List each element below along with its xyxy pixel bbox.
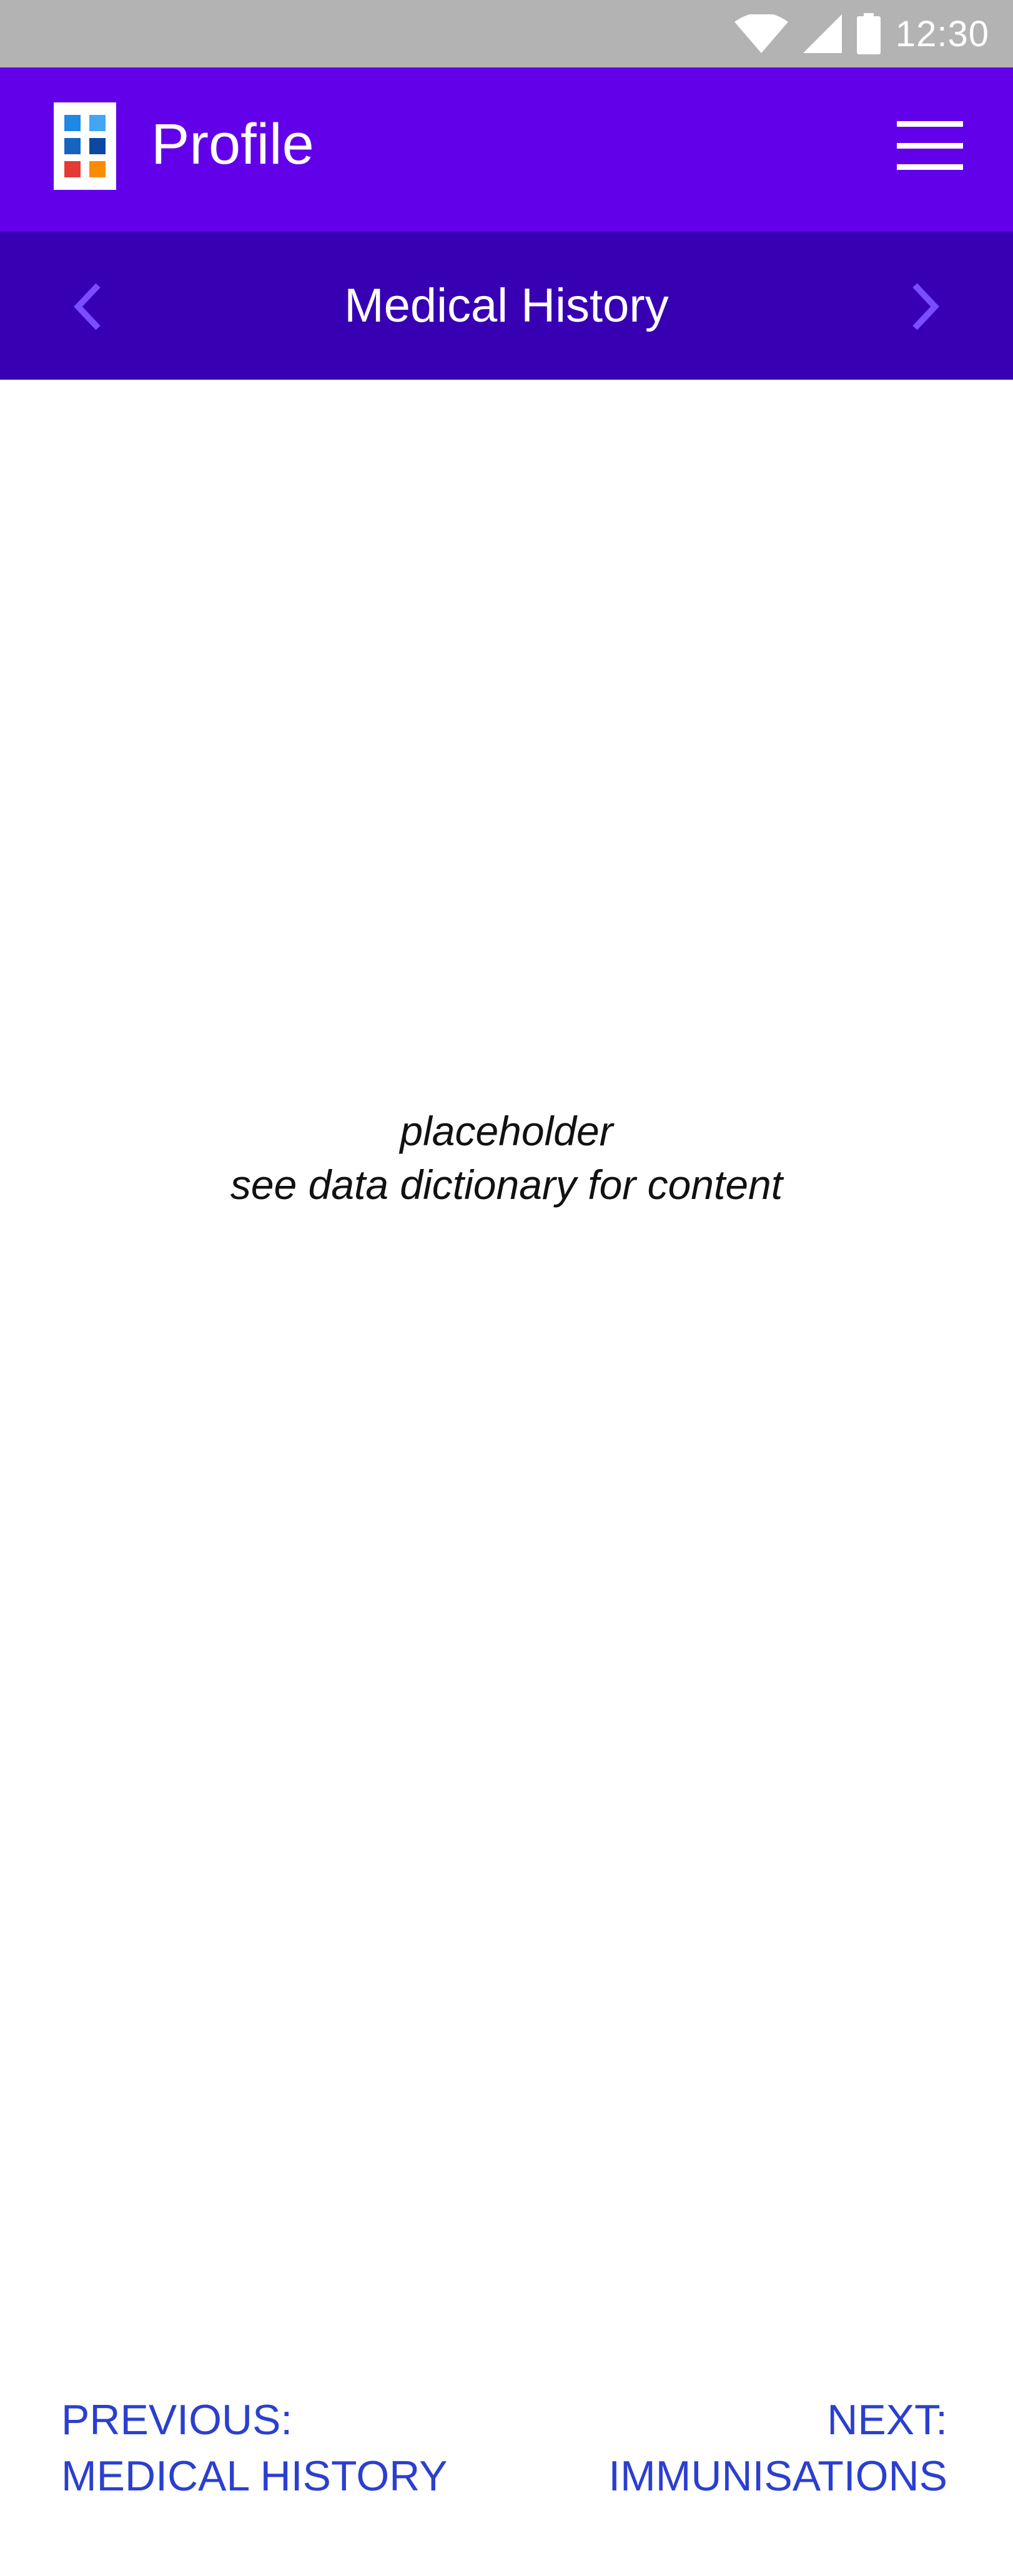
- previous-label: PREVIOUS:: [61, 2396, 293, 2444]
- previous-link[interactable]: PREVIOUS: MEDICAL HISTORY: [61, 2392, 447, 2504]
- logo-square: [64, 161, 81, 177]
- chevron-right-icon[interactable]: [901, 279, 951, 335]
- section-nav-bar: Medical History: [0, 232, 1013, 380]
- chevron-left-icon[interactable]: [62, 279, 112, 335]
- wifi-icon: [734, 14, 788, 53]
- page-title: Profile: [151, 112, 314, 176]
- placeholder-text: placeholder see data dictionary for cont…: [0, 1104, 1013, 1212]
- section-title: Medical History: [344, 279, 669, 332]
- logo-square: [89, 161, 106, 177]
- content-area: placeholder see data dictionary for cont…: [0, 380, 1013, 2347]
- logo-square: [64, 115, 81, 131]
- previous-target: MEDICAL HISTORY: [61, 2452, 448, 2500]
- placeholder-line: see data dictionary for content: [230, 1162, 783, 1208]
- battery-icon: [856, 13, 881, 54]
- placeholder-line: placeholder: [400, 1108, 613, 1154]
- status-bar: 12:30: [0, 0, 1013, 67]
- next-link[interactable]: NEXT: IMMUNISATIONS: [608, 2392, 947, 2504]
- app-logo[interactable]: [54, 102, 116, 190]
- status-icons: 12:30: [734, 0, 989, 67]
- next-target: IMMUNISATIONS: [608, 2452, 947, 2500]
- logo-square: [64, 138, 81, 154]
- next-label: NEXT:: [827, 2396, 947, 2444]
- logo-square: [89, 138, 106, 154]
- app-bar: Profile: [0, 67, 1013, 232]
- footer-nav: PREVIOUS: MEDICAL HISTORY NEXT: IMMUNISA…: [0, 2392, 1013, 2517]
- logo-square: [89, 115, 106, 131]
- signal-icon: [803, 14, 842, 53]
- status-time: 12:30: [895, 13, 989, 54]
- hamburger-menu-icon[interactable]: [897, 117, 963, 174]
